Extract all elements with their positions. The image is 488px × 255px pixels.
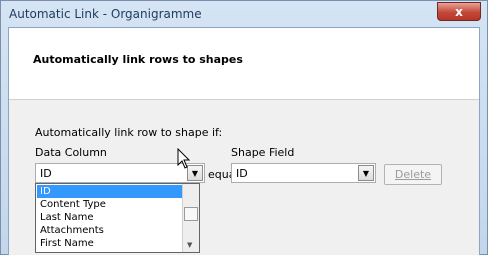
dropdown-option[interactable]: Last Name (37, 211, 182, 224)
close-icon: x (455, 4, 463, 19)
delete-button[interactable]: Delete (384, 164, 442, 185)
link-condition-label: Automatically link row to shape if: (35, 126, 223, 139)
dialog-header: Automatically link rows to shapes (9, 28, 479, 100)
dropdown-option[interactable]: Attachments (37, 224, 182, 237)
scrollbar-thumb[interactable] (184, 207, 198, 221)
dropdown-scrollbar[interactable]: ▼ (182, 184, 199, 252)
dropdown-option[interactable]: ID (37, 185, 182, 198)
delete-button-label: Delete (394, 168, 432, 181)
title-bar[interactable]: Automatic Link - Organigramme x (1, 1, 487, 27)
data-column-label: Data Column (35, 146, 107, 159)
data-column-value: ID (40, 167, 52, 180)
dialog-client-area: Automatically link rows to shapes Automa… (8, 27, 480, 255)
mouse-cursor-icon (177, 148, 191, 169)
window-title: Automatic Link - Organigramme (9, 7, 202, 21)
dialog-window: Automatic Link - Organigramme x Automati… (0, 0, 488, 255)
header-title: Automatically link rows to shapes (33, 53, 243, 66)
close-button[interactable]: x (437, 2, 481, 21)
data-column-dropdown-list[interactable]: ID Content Type Last Name Attachments Fi… (35, 183, 200, 253)
scroll-down-icon[interactable]: ▼ (187, 241, 192, 249)
dropdown-option[interactable]: First Name (37, 237, 182, 250)
shape-field-value: ID (236, 167, 248, 180)
shape-field-label: Shape Field (231, 146, 295, 159)
dropdown-option[interactable]: Content Type (37, 198, 182, 211)
shape-field-select[interactable]: ID ▼ (231, 163, 376, 183)
chevron-down-icon[interactable]: ▼ (358, 165, 374, 181)
